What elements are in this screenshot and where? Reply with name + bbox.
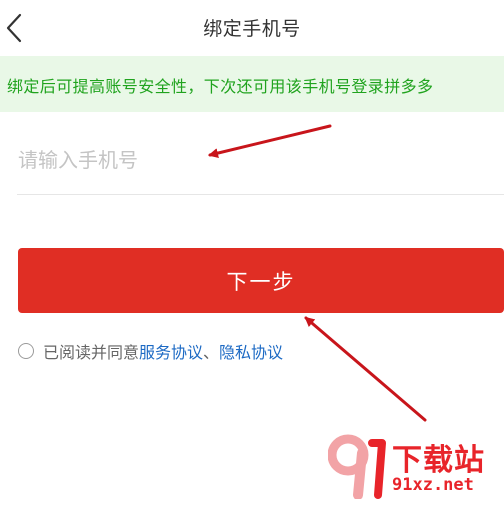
- site-watermark: 下载站 91xz.net: [328, 431, 498, 501]
- agreement-row: 已阅读并同意 服务协议 、 隐私协议: [18, 340, 283, 362]
- agreement-checkbox[interactable]: [18, 343, 34, 359]
- watermark-site: 91xz.net: [392, 475, 474, 495]
- input-divider: [17, 194, 504, 195]
- watermark-name: 下载站: [392, 443, 485, 478]
- security-notice-text: 绑定后可提高账号安全性，下次还可用该手机号登录拼多多: [7, 77, 434, 96]
- phone-number-input[interactable]: [18, 140, 488, 180]
- next-step-button[interactable]: 下一步: [18, 248, 504, 313]
- agreement-separator: 、: [203, 343, 220, 362]
- service-agreement-link[interactable]: 服务协议: [139, 339, 203, 363]
- privacy-agreement-link[interactable]: 隐私协议: [219, 339, 283, 363]
- bind-phone-screen: 绑定手机号 绑定后可提高账号安全性，下次还可用该手机号登录拼多多 下一步 已阅读…: [0, 0, 504, 507]
- page-title: 绑定手机号: [203, 18, 301, 40]
- header-bar: 绑定手机号: [0, 0, 504, 56]
- agreement-prefix-text: 已阅读并同意: [43, 343, 140, 362]
- security-notice-banner: 绑定后可提高账号安全性，下次还可用该手机号登录拼多多: [0, 56, 504, 112]
- site-logo-icon: [328, 434, 386, 499]
- arrow-to-next-button: [304, 316, 427, 422]
